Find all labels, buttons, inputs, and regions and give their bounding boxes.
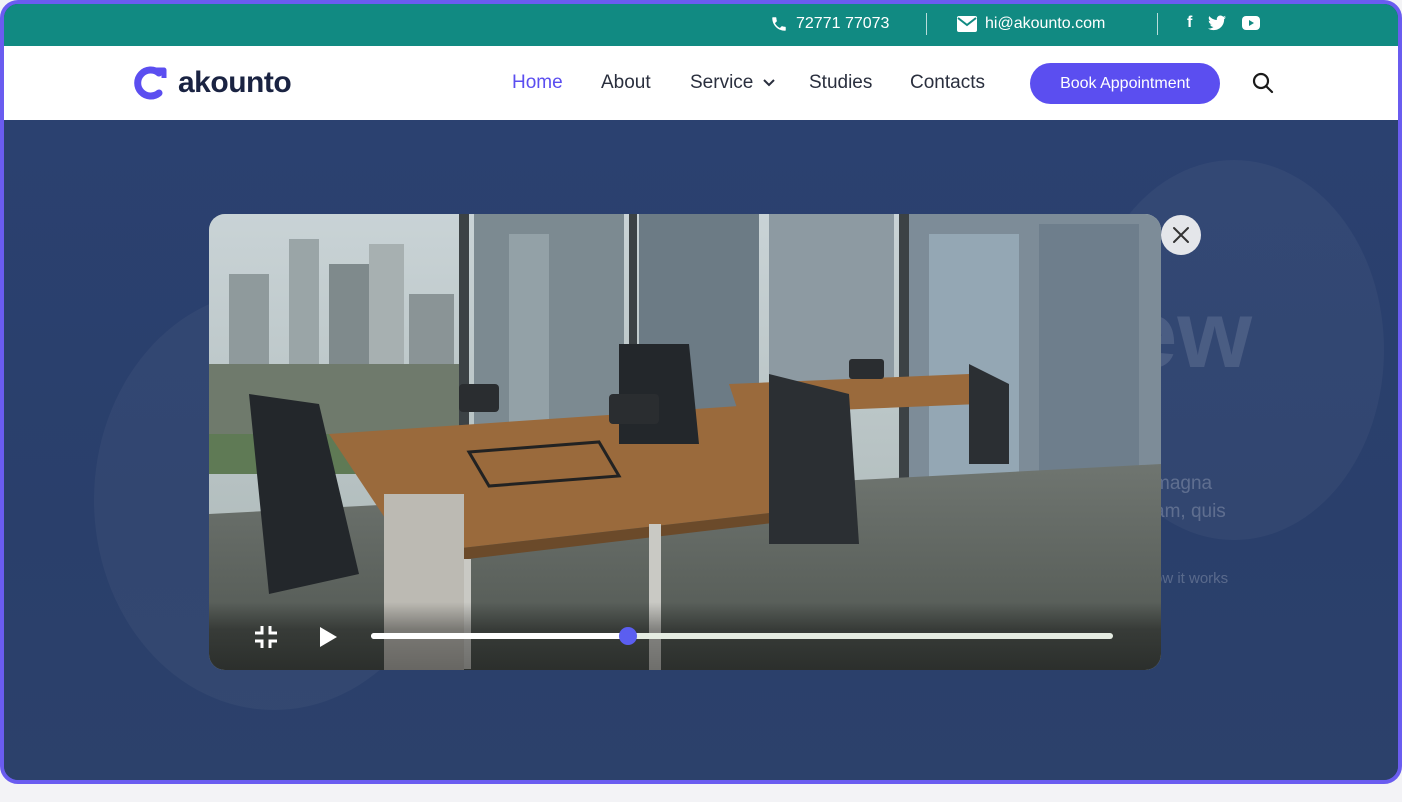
logo-text: akounto	[178, 66, 292, 99]
email-contact[interactable]: hi@akounto.com	[957, 15, 1105, 33]
phone-number: 72771 77073	[796, 15, 890, 32]
close-icon	[1173, 227, 1189, 243]
browser-frame: 72771 77073 hi@akounto.com f akounto Hom…	[0, 0, 1402, 784]
logo-icon	[134, 66, 167, 100]
phone-contact[interactable]: 72771 77073	[770, 15, 889, 33]
search-button[interactable]	[1252, 72, 1276, 96]
chevron-down-icon	[762, 79, 775, 87]
divider	[926, 13, 927, 35]
hero-description-line: am, quis	[1154, 501, 1226, 522]
nav-home[interactable]: Home	[512, 72, 563, 94]
facebook-icon[interactable]: f	[1187, 13, 1192, 33]
nav-contacts[interactable]: Contacts	[910, 72, 985, 94]
book-appointment-button[interactable]: Book Appointment	[1030, 63, 1220, 104]
phone-icon	[772, 17, 786, 31]
main-navbar: akounto Home About Service Studies Conta…	[4, 46, 1398, 120]
twitter-icon[interactable]	[1208, 13, 1227, 33]
nav-about[interactable]: About	[601, 72, 651, 94]
hero-description: magna am, quis	[1154, 470, 1226, 526]
video-controls	[209, 602, 1161, 670]
social-links: f	[1187, 13, 1261, 33]
video-player[interactable]	[209, 214, 1161, 670]
top-contact-bar: 72771 77073 hi@akounto.com f	[4, 4, 1398, 46]
search-icon	[1252, 72, 1274, 94]
youtube-icon[interactable]	[1242, 13, 1261, 33]
progress-track[interactable]	[371, 627, 1113, 645]
mail-icon	[957, 16, 977, 32]
play-icon	[320, 627, 337, 647]
nav-studies[interactable]: Studies	[809, 72, 872, 94]
progress-thumb[interactable]	[619, 627, 638, 645]
logo[interactable]: akounto	[134, 66, 292, 100]
exit-fullscreen-button[interactable]	[251, 622, 281, 652]
nav-service-label: Service	[690, 72, 754, 93]
how-it-works-link: ow it works	[1154, 570, 1229, 587]
hero-description-line: magna	[1154, 473, 1213, 494]
play-button[interactable]	[313, 622, 343, 652]
email-address: hi@akounto.com	[985, 15, 1106, 32]
divider	[1157, 13, 1158, 35]
exit-fullscreen-icon	[255, 626, 277, 648]
close-video-button[interactable]	[1161, 215, 1201, 255]
progress-fill	[371, 633, 629, 639]
nav-service[interactable]: Service	[690, 72, 775, 94]
